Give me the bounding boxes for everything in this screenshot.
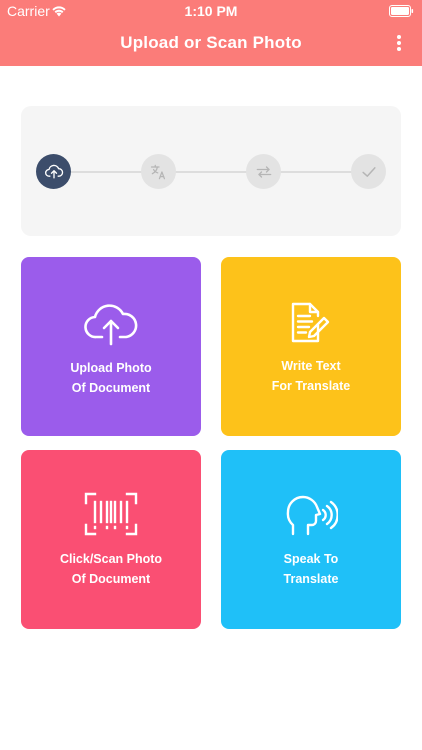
status-bar: Carrier 1:10 PM [0, 0, 422, 22]
translate-icon [150, 164, 165, 179]
progress-stepper [21, 106, 401, 236]
write-text-label-line1: Write Text [281, 359, 341, 373]
upload-photo-button[interactable]: Upload Photo Of Document [21, 257, 201, 436]
write-text-button[interactable]: Write Text For Translate [221, 257, 401, 436]
scan-photo-label-line2: Of Document [71, 572, 151, 586]
write-text-label-line2: For Translate [271, 379, 351, 393]
barcode-scan-icon [84, 492, 138, 536]
upload-photo-label-line1: Upload Photo [70, 361, 152, 375]
scan-photo-button[interactable]: Click/Scan Photo Of Document [21, 450, 201, 629]
upload-photo-label-line2: Of Document [71, 381, 151, 395]
stepper-line [57, 171, 365, 173]
cloud-upload-icon [44, 164, 63, 178]
check-icon [361, 166, 376, 177]
speak-translate-label-line2: Translate [283, 572, 339, 586]
step-swap [246, 154, 281, 189]
step-complete [351, 154, 386, 189]
page-title: Upload or Scan Photo [120, 33, 302, 52]
document-edit-icon [291, 302, 330, 343]
scan-photo-label-line1: Click/Scan Photo [59, 552, 163, 566]
more-vertical-icon[interactable] [396, 35, 402, 51]
battery-icon [389, 5, 414, 17]
speaking-head-icon [286, 495, 338, 536]
app-header: Carrier 1:10 PM Upload or Scan Photo [0, 0, 422, 66]
step-translate [141, 154, 176, 189]
speak-translate-button[interactable]: Speak To Translate [221, 450, 401, 629]
step-upload [36, 154, 71, 189]
speak-translate-label-line1: Speak To [283, 552, 339, 566]
swap-icon [256, 165, 271, 178]
status-time: 1:10 PM [184, 3, 238, 19]
cloud-upload-icon [84, 304, 138, 346]
